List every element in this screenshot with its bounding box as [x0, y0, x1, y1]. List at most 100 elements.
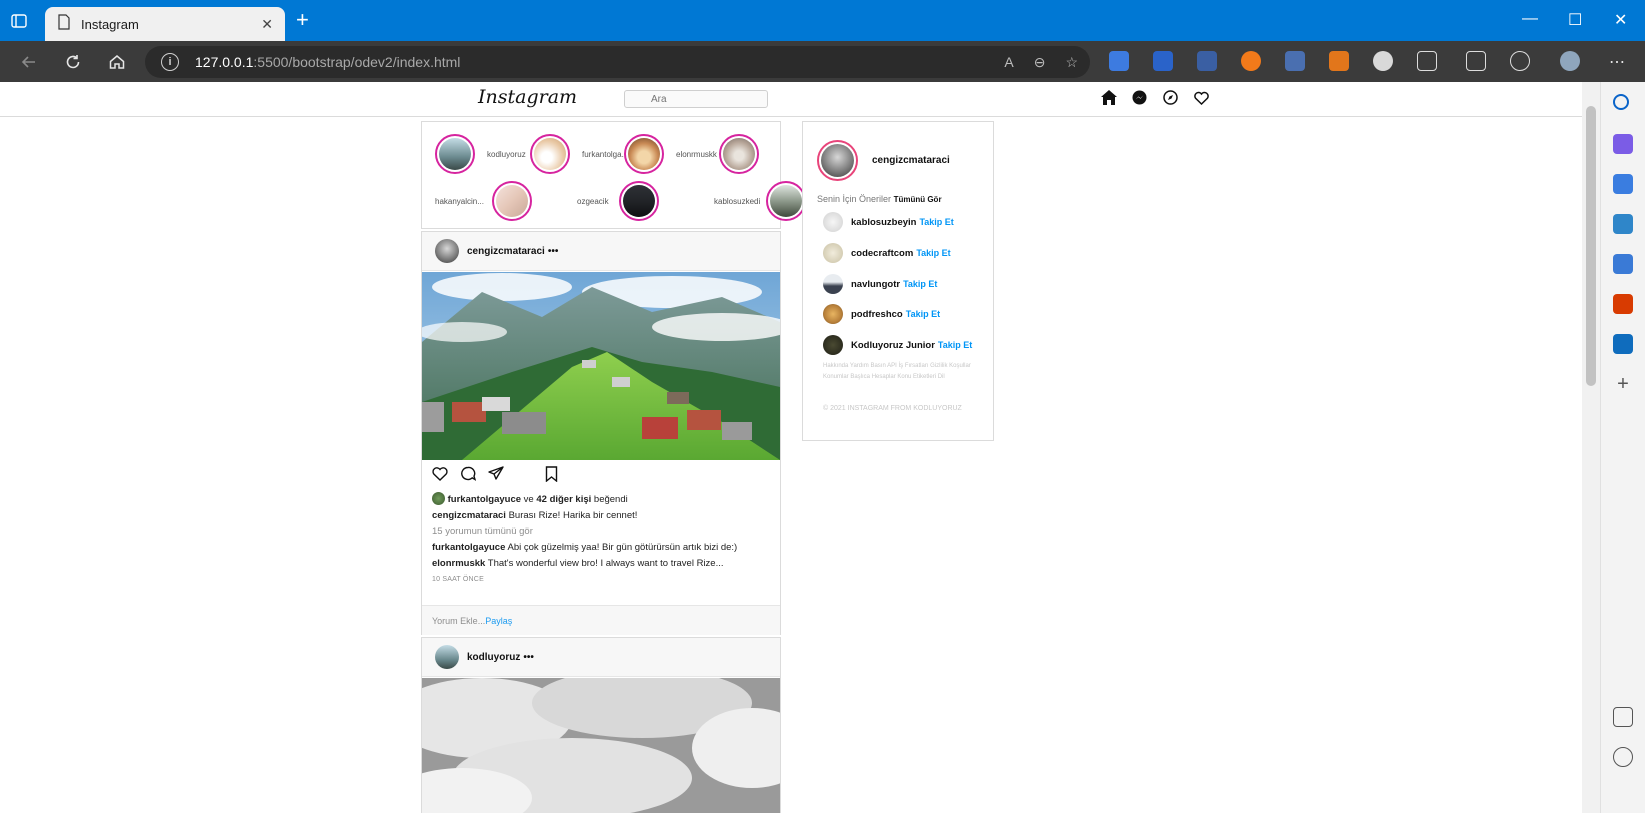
likes-count[interactable]: 42 diğer kişi [536, 494, 591, 505]
maximize-button[interactable]: ☐ [1568, 10, 1582, 30]
post-options-icon[interactable]: ••• [523, 652, 534, 663]
caption-user[interactable]: cengizcmataraci [432, 510, 506, 521]
toolbox-icon[interactable] [1613, 214, 1633, 234]
close-window-button[interactable]: ✕ [1614, 10, 1627, 30]
current-user[interactable]: cengizcmataraci [817, 140, 950, 181]
comment-user[interactable]: elonrmuskk [432, 558, 485, 569]
suggestion-item: Kodluyoruz Junior Takip Et [823, 335, 972, 355]
orange-extension-icon[interactable] [1241, 51, 1261, 71]
profile-avatar[interactable] [1560, 51, 1580, 71]
audio-extension-icon[interactable] [1285, 51, 1305, 71]
liker-avatar[interactable] [432, 492, 445, 505]
minimize-button[interactable]: — [1522, 10, 1538, 28]
messenger-icon[interactable] [1131, 89, 1148, 106]
site-info-icon[interactable]: i [161, 53, 179, 71]
like-icon[interactable] [432, 466, 448, 486]
people-icon[interactable] [1613, 254, 1633, 274]
new-tab-button[interactable]: + [296, 9, 309, 31]
tab-close-icon[interactable]: ✕ [261, 16, 273, 33]
search-input[interactable] [624, 90, 768, 108]
suggestion-name[interactable]: navlungotr [851, 279, 900, 290]
suggestion-avatar[interactable] [823, 243, 843, 263]
comment-user[interactable]: furkantolgayuce [432, 542, 505, 553]
view-all-comments[interactable]: 15 yorumun tümünü gör [432, 524, 772, 540]
tab-title: Instagram [81, 16, 139, 32]
home-icon[interactable] [105, 50, 129, 74]
bookmark-icon[interactable] [545, 466, 558, 487]
metamask-extension-icon[interactable] [1329, 51, 1349, 71]
health-icon[interactable] [1510, 51, 1530, 71]
current-user-avatar [821, 144, 854, 177]
post-options-icon[interactable]: ••• [548, 246, 559, 257]
story-item[interactable] [719, 134, 759, 174]
heart-icon[interactable] [1193, 89, 1210, 106]
favorite-icon[interactable]: ☆ [1065, 54, 1078, 71]
browser-tab[interactable]: Instagram ✕ [45, 7, 285, 41]
browser-titlebar: Instagram ✕ + — ☐ ✕ [0, 0, 1645, 41]
back-icon[interactable] [17, 50, 41, 74]
post-author-avatar[interactable] [435, 645, 459, 669]
post-actions [432, 466, 772, 486]
suggestion-name[interactable]: Kodluyoruz Junior [851, 340, 935, 351]
story-item[interactable]: furkantolga... [530, 134, 628, 174]
scrollbar-thumb[interactable] [1586, 106, 1596, 386]
reload-icon[interactable] [61, 50, 85, 74]
instagram-logo[interactable]: Instagram [478, 86, 577, 108]
add-icon[interactable]: + [1613, 374, 1633, 394]
suggestion-name[interactable]: kablosuzbeyin [851, 217, 916, 228]
explore-icon[interactable] [1162, 89, 1179, 106]
post-image[interactable] [422, 678, 780, 813]
collections-icon[interactable] [1466, 51, 1486, 71]
extensions-icon[interactable] [1417, 51, 1437, 71]
search-icon[interactable] [1613, 94, 1629, 110]
outlook-icon[interactable] [1613, 334, 1633, 354]
post-comment-button[interactable]: Paylaş [485, 616, 512, 626]
comment-icon[interactable] [460, 466, 477, 486]
p-extension-icon[interactable] [1153, 51, 1173, 71]
follow-button[interactable]: Takip Et [919, 217, 953, 227]
address-bar[interactable]: i 127.0.0.1:5500/bootstrap/odev2/index.h… [145, 46, 1090, 78]
suggestion-avatar[interactable] [823, 212, 843, 232]
comment-text: Abi çok güzelmiş yaa! Bir gün götürürsün… [507, 542, 738, 553]
add-comment-input[interactable]: Yorum Ekle... [432, 616, 485, 626]
follow-button[interactable]: Takip Et [916, 248, 950, 258]
copilot-icon[interactable] [1613, 134, 1633, 154]
follow-button[interactable]: Takip Et [938, 340, 972, 350]
dots-extension-icon[interactable] [1197, 51, 1217, 71]
follow-button[interactable]: Takip Et [906, 309, 940, 319]
translate-extension-icon[interactable] [1109, 51, 1129, 71]
post-author-name[interactable]: kodluyoruz [467, 652, 520, 663]
face-extension-icon[interactable] [1373, 51, 1393, 71]
tag-icon[interactable] [1613, 174, 1633, 194]
suggestion-avatar[interactable] [823, 335, 843, 355]
suggestion-avatar[interactable] [823, 274, 843, 294]
share-icon[interactable] [488, 466, 504, 486]
post-author-name[interactable]: cengizcmataraci [467, 246, 545, 257]
office-icon[interactable] [1613, 294, 1633, 314]
suggestion-name[interactable]: codecraftcom [851, 248, 913, 259]
hide-sidebar-icon[interactable] [1613, 707, 1633, 727]
story-item[interactable]: ozgeacik [577, 181, 659, 221]
story-item[interactable]: elonrmuskk [624, 134, 717, 174]
story-item[interactable]: kodluyoruz [435, 134, 526, 174]
page-scrollbar[interactable] [1582, 82, 1600, 813]
zoom-out-icon[interactable]: ⊖ [1034, 54, 1046, 71]
likes-line: furkantolgayuce ve 42 diğer kişi beğendi [432, 492, 772, 508]
post-image[interactable] [422, 272, 780, 460]
post-author-avatar[interactable] [435, 239, 459, 263]
tab-actions-icon[interactable] [10, 12, 30, 32]
liker-name[interactable]: furkantolgayuce [448, 494, 521, 505]
home-icon[interactable] [1100, 89, 1117, 106]
settings-icon[interactable] [1613, 747, 1633, 767]
story-item[interactable]: hakanyalcin... [435, 181, 532, 221]
read-aloud-icon[interactable]: A [1004, 54, 1013, 71]
copyright: © 2021 INSTAGRAM FROM KODLUYORUZ [823, 405, 962, 412]
more-menu-icon[interactable]: ⋯ [1605, 50, 1629, 74]
footer-links[interactable]: Hakkında Yardım Basın API İş Fırsatları … [823, 361, 978, 383]
see-all-link[interactable]: Tümünü Gör [894, 195, 942, 204]
browser-sidebar: + [1600, 82, 1645, 813]
follow-button[interactable]: Takip Et [903, 279, 937, 289]
suggestion-name[interactable]: podfreshco [851, 309, 903, 320]
suggestion-item: podfreshco Takip Et [823, 304, 940, 324]
suggestion-avatar[interactable] [823, 304, 843, 324]
